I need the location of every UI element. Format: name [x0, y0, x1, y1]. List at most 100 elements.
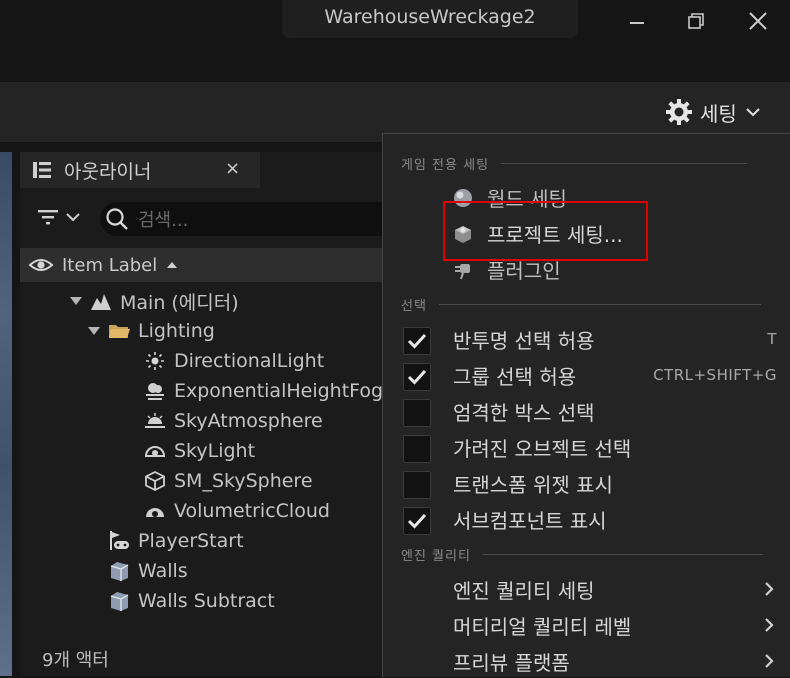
tree-row-label: Lighting — [138, 320, 215, 342]
menu-item-allow-group-select[interactable]: 그룹 선택 허용 CTRL+SHIFT+G — [383, 358, 790, 392]
section-divider — [438, 303, 761, 305]
tree-row-label: PlayerStart — [138, 530, 244, 552]
checkmark-icon — [407, 369, 427, 385]
chevron-down-icon — [66, 213, 80, 222]
checkbox[interactable] — [403, 435, 431, 463]
tree-row[interactable]: SkyLight — [124, 436, 255, 466]
menu-item-select-occluded[interactable]: 가려진 오브젝트 선택 — [383, 430, 790, 464]
section-title: 엔진 퀄리티 — [401, 548, 471, 564]
tree-row[interactable]: SkyAtmosphere — [124, 406, 323, 436]
menu-item-label: 엄격한 박스 선택 — [453, 400, 595, 425]
viewport-edge — [0, 152, 12, 676]
chevron-right-icon — [765, 654, 774, 668]
folder-icon — [106, 320, 132, 342]
settings-button[interactable]: 세팅 — [664, 95, 763, 129]
fog-icon — [142, 380, 168, 402]
directional-light-icon — [142, 350, 168, 372]
level-icon — [88, 290, 114, 312]
checkbox[interactable] — [403, 327, 431, 355]
sky-atmosphere-icon — [142, 410, 168, 432]
checkbox[interactable] — [403, 507, 431, 535]
menu-item-label: 가려진 오브젝트 선택 — [453, 436, 632, 461]
menu-item-label: 트랜스폼 위젯 표시 — [453, 472, 613, 497]
tree-row-label: SM_SkySphere — [174, 470, 313, 492]
checkmark-icon — [407, 333, 427, 349]
tree-row-label: VolumetricCloud — [174, 500, 330, 522]
menu-item-label: 머티리얼 퀄리티 레벨 — [453, 614, 632, 639]
gear-icon — [666, 99, 692, 125]
tree-row-label: ExponentialHeightFog — [174, 380, 384, 402]
tree-row[interactable]: Main (에디터) — [70, 286, 239, 316]
tree-row-label: Main (에디터) — [120, 291, 239, 314]
close-tab-button[interactable]: × — [225, 158, 240, 179]
menu-item-label: 그룹 선택 허용 — [453, 364, 577, 389]
close-icon — [749, 12, 767, 30]
tree-row[interactable]: Walls — [88, 556, 188, 586]
column-header[interactable]: Item Label — [20, 248, 420, 282]
cloud-icon — [142, 500, 168, 522]
menu-section-game-settings: 게임 전용 세팅 — [401, 153, 748, 173]
menu-item-show-transform-widget[interactable]: 트랜스폼 위젯 표시 — [383, 466, 790, 500]
menu-section-engine-quality: 엔진 퀄리티 — [401, 544, 763, 564]
chevron-down-icon — [746, 108, 760, 117]
tree-row[interactable]: DirectionalLight — [124, 346, 324, 376]
item-label-header[interactable]: Item Label — [62, 255, 157, 276]
menu-item-allow-translucent-select[interactable]: 반투명 선택 허용 T — [383, 322, 790, 356]
chevron-right-icon — [765, 582, 774, 596]
title-bar: WarehouseWreckage2 — [0, 0, 790, 82]
checkmark-icon — [407, 513, 427, 529]
checkbox[interactable] — [403, 363, 431, 391]
filter-button[interactable] — [36, 207, 82, 227]
menu-item-label: 프리뷰 플랫폼 — [453, 650, 570, 675]
tree-row[interactable]: ExponentialHeightFog — [124, 376, 383, 406]
menu-item-label: 엔진 퀄리티 세팅 — [453, 578, 595, 603]
outliner-filter-bar: 검색... — [20, 196, 420, 240]
menu-section-selection: 선택 — [401, 294, 761, 314]
chevron-right-icon — [765, 618, 774, 632]
tree-row[interactable]: VolumetricCloud — [124, 496, 330, 526]
menu-item-strict-box-select[interactable]: 엄격한 박스 선택 — [383, 394, 790, 428]
tree-row[interactable]: Walls Subtract — [88, 586, 275, 616]
shortcut-label: CTRL+SHIFT+G — [653, 366, 777, 384]
settings-label: 세팅 — [700, 101, 737, 126]
filter-icon — [38, 210, 58, 225]
menu-item-preview-platform[interactable]: 프리뷰 플랫폼 — [383, 644, 790, 678]
outliner-tab[interactable]: 아웃라이너 × — [20, 152, 260, 188]
outliner-search-input[interactable]: 검색... — [100, 202, 400, 236]
brush-icon — [106, 560, 132, 582]
menu-item-show-subcomponents[interactable]: 서브컴포넌트 표시 — [383, 502, 790, 536]
section-title: 게임 전용 세팅 — [401, 157, 490, 173]
highlight-box — [443, 201, 648, 261]
search-placeholder: 검색... — [138, 210, 189, 231]
shortcut-label: T — [767, 330, 777, 348]
tree-row[interactable]: SM_SkySphere — [124, 466, 313, 496]
outliner-tab-label: 아웃라이너 — [64, 160, 152, 183]
window-title: WarehouseWreckage2 — [282, 0, 578, 38]
expand-caret-icon[interactable] — [88, 327, 100, 335]
menu-item-engine-scalability[interactable]: 엔진 퀄리티 세팅 — [383, 572, 790, 606]
menu-item-material-quality[interactable]: 머티리얼 퀄리티 레벨 — [383, 608, 790, 642]
maximize-button[interactable] — [678, 8, 714, 36]
tree-row[interactable]: PlayerStart — [88, 526, 244, 556]
close-window-button[interactable] — [740, 8, 776, 36]
checkbox[interactable] — [403, 399, 431, 427]
player-start-icon — [106, 530, 132, 552]
menu-item-label: 반투명 선택 허용 — [453, 328, 595, 353]
tree-row[interactable]: Lighting — [88, 316, 215, 346]
section-divider — [501, 162, 748, 164]
section-divider — [482, 553, 763, 555]
menu-item-label: 서브컴포넌트 표시 — [453, 508, 607, 533]
checkbox[interactable] — [403, 471, 431, 499]
tree-row-label: SkyLight — [174, 440, 256, 462]
tree-row-label: DirectionalLight — [174, 350, 325, 372]
outliner-icon — [33, 162, 51, 178]
restore-icon — [688, 13, 704, 29]
section-title: 선택 — [401, 298, 427, 314]
expand-caret-icon[interactable] — [70, 297, 82, 305]
tree-row-label: Walls Subtract — [138, 590, 275, 612]
eye-icon[interactable] — [28, 255, 54, 275]
tree-row-label: SkyAtmosphere — [174, 410, 323, 432]
outliner-panel: 아웃라이너 × 검색... Item Label Main (에디터) Ligh… — [20, 152, 420, 676]
minimize-button[interactable] — [620, 8, 656, 36]
sort-ascending-icon — [167, 262, 178, 268]
